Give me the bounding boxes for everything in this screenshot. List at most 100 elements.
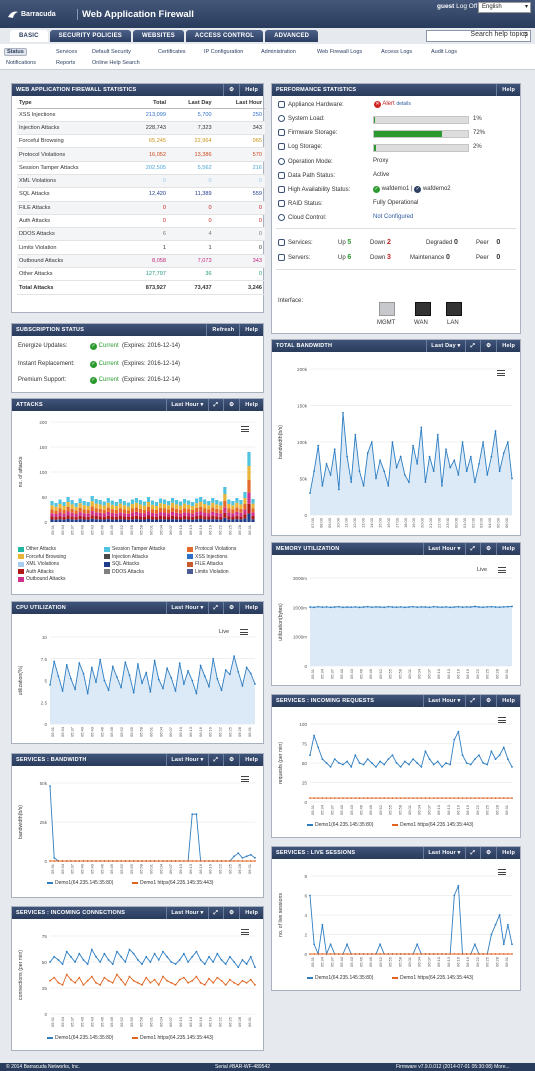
help-button[interactable]: Help: [496, 847, 520, 859]
gear-icon[interactable]: ⚙: [223, 84, 239, 96]
legend-item[interactable]: Injection Attacks: [104, 554, 148, 560]
legend-item[interactable]: Demo1 https(64.235.145:35:443): [132, 880, 213, 886]
logoff-link[interactable]: Log Off: [456, 3, 477, 10]
tab-security-policies[interactable]: SECURITY POLICIES: [49, 30, 131, 42]
legend-item[interactable]: Demo1(64.235.145:35:80): [47, 880, 113, 886]
expand-icon[interactable]: ⤢: [464, 543, 481, 555]
tab-advanced[interactable]: ADVANCED: [265, 30, 319, 42]
subnav-certificates[interactable]: Certificates: [158, 49, 186, 55]
legend-item[interactable]: SQL Attacks: [104, 561, 139, 567]
time-range-select[interactable]: Last Hour ▾: [166, 907, 207, 919]
legend-item[interactable]: XML Violations: [18, 561, 59, 567]
help-button[interactable]: Help: [239, 602, 263, 614]
expand-icon[interactable]: ⤢: [207, 754, 224, 766]
subnav-access-logs[interactable]: Access Logs: [381, 49, 412, 55]
search-input[interactable]: Search help topics ⚲: [426, 30, 531, 42]
subnav-web-firewall-logs[interactable]: Web Firewall Logs: [317, 49, 362, 55]
legend-item[interactable]: Demo1 https(64.235.145:35:443): [132, 1035, 213, 1041]
subnav-online-help-search[interactable]: Online Help Search: [92, 60, 140, 66]
search-icon[interactable]: ⚲: [523, 31, 528, 39]
help-button[interactable]: Help: [239, 754, 263, 766]
help-button[interactable]: Help: [239, 907, 263, 919]
help-button[interactable]: Help: [496, 84, 520, 96]
chart-menu-icon[interactable]: [241, 776, 249, 782]
chart-menu-icon[interactable]: [498, 869, 506, 875]
expand-icon[interactable]: ⤢: [207, 399, 224, 411]
chart-menu-icon[interactable]: [498, 567, 506, 573]
language-select[interactable]: English ▾: [478, 2, 531, 13]
legend-item[interactable]: XSS Injections: [187, 554, 228, 560]
expand-icon[interactable]: ⤢: [464, 847, 481, 859]
gear-icon[interactable]: ⚙: [480, 695, 496, 707]
help-button[interactable]: Help: [239, 84, 263, 96]
x-tick-label: 05:40: [80, 1016, 85, 1027]
legend-item[interactable]: Demo1(64.235.145:35:80): [307, 975, 373, 981]
tab-websites[interactable]: WEBSITES: [132, 30, 184, 42]
subnav-notifications[interactable]: Notifications: [6, 60, 36, 66]
expand-icon[interactable]: ⤢: [464, 340, 481, 352]
gear-icon[interactable]: ⚙: [480, 340, 496, 352]
gear-icon[interactable]: ⚙: [223, 754, 239, 766]
wan-port-icon[interactable]: [415, 302, 431, 316]
legend-item[interactable]: Auth Attacks: [18, 569, 54, 575]
subnav-audit-logs[interactable]: Audit Logs: [431, 49, 457, 55]
subnav-reports[interactable]: Reports: [56, 60, 75, 66]
subnav-default-security[interactable]: Default Security: [92, 49, 131, 55]
help-button[interactable]: Help: [239, 399, 263, 411]
legend-item[interactable]: Forceful Browsing: [18, 554, 66, 560]
time-range-select[interactable]: Last Day ▾: [426, 340, 464, 352]
data-point: [187, 961, 189, 963]
time-range-select[interactable]: Last Hour ▾: [166, 602, 207, 614]
time-range-select[interactable]: Last Hour ▾: [423, 695, 464, 707]
footer-firmware[interactable]: Firmware v7.9.0.012 (2014-07-01 05:30:08…: [396, 1063, 510, 1071]
time-range-select[interactable]: Last Hour ▾: [423, 543, 464, 555]
cc-value[interactable]: Not Configured: [373, 214, 413, 220]
subnav-ip-configuration[interactable]: IP Configuration: [204, 49, 243, 55]
legend-item[interactable]: Demo1 https(64.235.145:35:443): [392, 822, 473, 828]
gear-icon[interactable]: ⚙: [480, 543, 496, 555]
legend-item[interactable]: Demo1(64.235.145:35:80): [307, 822, 373, 828]
help-button[interactable]: Help: [496, 695, 520, 707]
refresh-button[interactable]: Refresh: [206, 324, 239, 336]
lan-port-icon[interactable]: [446, 302, 462, 316]
mgmt-port-icon[interactable]: [379, 302, 395, 316]
time-range-select[interactable]: Last Hour ▾: [166, 399, 207, 411]
performance-statistics-panel: PERFORMANCE STATISTICS Help Appliance Ha…: [271, 83, 521, 334]
time-range-select[interactable]: Last Hour ▾: [423, 847, 464, 859]
chart-menu-icon[interactable]: [240, 629, 248, 635]
gear-icon[interactable]: ⚙: [480, 847, 496, 859]
tab-access-control[interactable]: ACCESS CONTROL: [185, 30, 264, 42]
chart-menu-icon[interactable]: [241, 426, 249, 432]
bar-segment: [166, 505, 171, 510]
expand-icon[interactable]: ⤢: [464, 695, 481, 707]
expand-icon[interactable]: ⤢: [207, 907, 224, 919]
subnav-services[interactable]: Services: [56, 49, 77, 55]
bar-segment: [98, 504, 102, 509]
legend-item[interactable]: Other Attacks: [18, 546, 56, 552]
help-button[interactable]: Help: [496, 340, 520, 352]
gear-icon[interactable]: ⚙: [223, 602, 239, 614]
gear-icon[interactable]: ⚙: [223, 907, 239, 919]
brand-logo[interactable]: Barracuda: [8, 10, 56, 19]
subnav-administration[interactable]: Administration: [261, 49, 296, 55]
subnav-status[interactable]: Status: [4, 48, 27, 56]
time-range-select[interactable]: Last Hour ▾: [166, 754, 207, 766]
legend-item[interactable]: Demo1 https(64.235.145:35:443): [392, 975, 473, 981]
legend-item[interactable]: Limits Violation: [187, 569, 229, 575]
tab-basic[interactable]: BASIC: [10, 30, 48, 42]
details-link[interactable]: details: [396, 101, 410, 107]
help-button[interactable]: Help: [239, 324, 263, 336]
help-button[interactable]: Help: [496, 543, 520, 555]
chart-menu-icon[interactable]: [497, 370, 505, 376]
legend-item[interactable]: FILE Attacks: [187, 561, 223, 567]
legend-item[interactable]: Protocol Violations: [187, 546, 236, 552]
legend-item[interactable]: Session Tamper Attacks: [104, 546, 165, 552]
gear-icon[interactable]: ⚙: [223, 399, 239, 411]
chart-menu-icon[interactable]: [498, 717, 506, 723]
expand-icon[interactable]: ⤢: [207, 602, 224, 614]
legend-item[interactable]: DDOS Attacks: [104, 569, 144, 575]
legend-item[interactable]: Demo1(64.235.145:35:80): [47, 1035, 113, 1041]
chart-menu-icon[interactable]: [241, 929, 249, 935]
legend-item[interactable]: Outbound Attacks: [18, 576, 65, 582]
log-storage-fill: [374, 145, 376, 151]
